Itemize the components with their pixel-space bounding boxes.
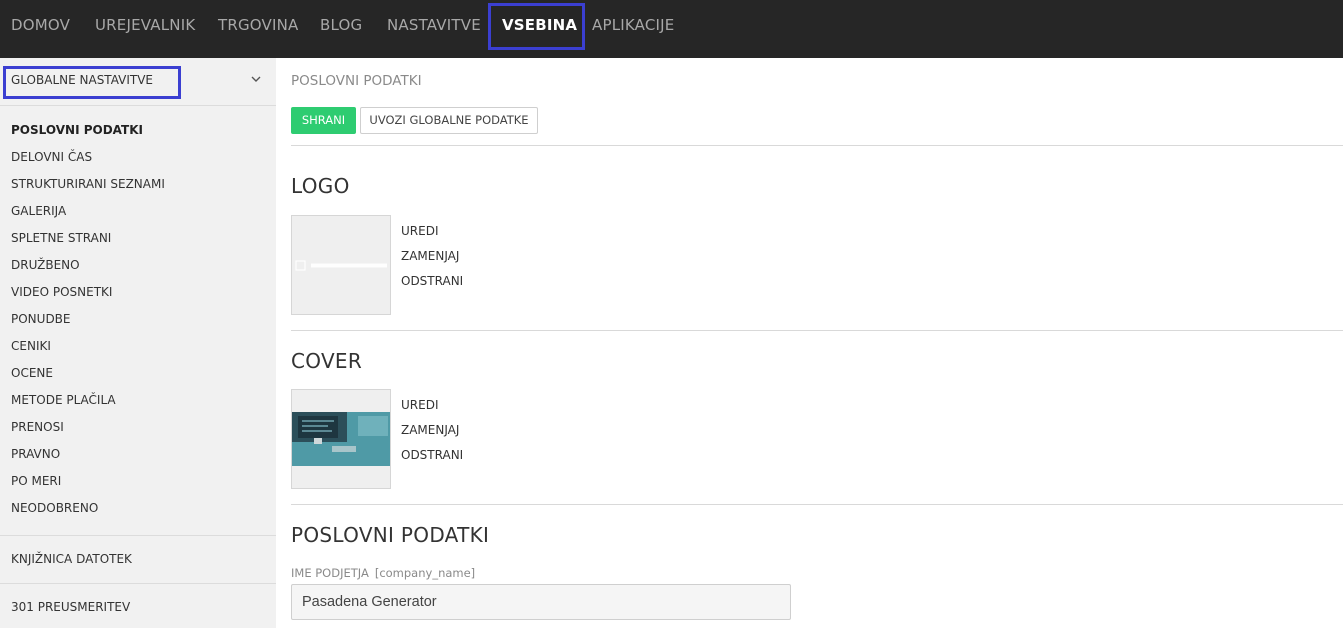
nav-item-vsebina[interactable]: VSEBINA: [502, 0, 577, 50]
sidebar-item-ocene[interactable]: OCENE: [11, 365, 53, 381]
nav-item-aplikacije[interactable]: APLIKACIJE: [592, 0, 674, 50]
sidebar-item-301-preusmeritev[interactable]: 301 PREUSMERITEV: [11, 599, 130, 615]
page-title: POSLOVNI PODATKI: [291, 73, 422, 89]
cover-edit-link[interactable]: UREDI: [401, 398, 438, 412]
sidebar-divider: [0, 583, 276, 584]
settings-scope-select[interactable]: GLOBALNE NASTAVITVE: [0, 58, 276, 106]
sidebar-item-neodobreno[interactable]: NEODOBRENO: [11, 500, 98, 516]
nav-item-trgovina[interactable]: TRGOVINA: [218, 0, 299, 50]
sidebar-item-delovni-cas[interactable]: DELOVNI ČAS: [11, 149, 92, 165]
divider: [291, 330, 1343, 331]
save-button[interactable]: SHRANI: [291, 107, 356, 134]
nav-item-domov[interactable]: DOMOV: [11, 0, 70, 50]
logo-thumbnail[interactable]: [291, 215, 391, 315]
nav-item-blog[interactable]: BLOG: [320, 0, 362, 50]
business-section-title: POSLOVNI PODATKI: [291, 523, 490, 547]
sidebar-divider: [0, 535, 276, 536]
sidebar-item-galerija[interactable]: GALERIJA: [11, 203, 66, 219]
sidebar-item-strukturirani-seznami[interactable]: STRUKTURIRANI SEZNAMI: [11, 176, 165, 192]
company-name-label-text: IME PODJETJA: [291, 566, 369, 580]
cover-remove-link[interactable]: ODSTRANI: [401, 448, 463, 462]
logo-image: [292, 216, 390, 314]
nav-item-urejevalnik[interactable]: UREJEVALNIK: [95, 0, 195, 50]
sidebar: GLOBALNE NASTAVITVE POSLOVNI PODATKI DEL…: [0, 58, 276, 628]
sidebar-item-po-meri[interactable]: PO MERI: [11, 473, 61, 489]
import-global-data-button[interactable]: UVOZI GLOBALNE PODATKE: [360, 107, 538, 134]
company-name-input[interactable]: [291, 584, 791, 620]
cover-thumbnail[interactable]: [291, 389, 391, 489]
sidebar-item-spletne-strani[interactable]: SPLETNE STRANI: [11, 230, 111, 246]
cover-replace-link[interactable]: ZAMENJAJ: [401, 423, 459, 437]
logo-remove-link[interactable]: ODSTRANI: [401, 274, 463, 288]
divider: [291, 504, 1343, 505]
settings-scope-label: GLOBALNE NASTAVITVE: [11, 73, 154, 87]
sidebar-item-druzbeno[interactable]: DRUŽBENO: [11, 257, 80, 273]
top-nav: DOMOV UREJEVALNIK TRGOVINA BLOG NASTAVIT…: [0, 0, 1343, 58]
nav-item-nastavitve[interactable]: NASTAVITVE: [387, 0, 481, 50]
sidebar-item-pravno[interactable]: PRAVNO: [11, 446, 60, 462]
sidebar-item-video-posnetki[interactable]: VIDEO POSNETKI: [11, 284, 112, 300]
logo-section-title: LOGO: [291, 174, 350, 198]
company-name-tag: [company_name]: [374, 566, 476, 580]
company-name-label: IME PODJETJA [company_name]: [291, 566, 475, 580]
chevron-down-icon: [251, 76, 261, 82]
sidebar-item-poslovni-podatki[interactable]: POSLOVNI PODATKI: [11, 122, 143, 138]
sidebar-item-prenosi[interactable]: PRENOSI: [11, 419, 64, 435]
sidebar-item-ponudbe[interactable]: PONUDBE: [11, 311, 71, 327]
sidebar-item-metode-placila[interactable]: METODE PLAČILA: [11, 392, 116, 408]
sidebar-item-knjiznica-datotek[interactable]: KNJIŽNICA DATOTEK: [11, 551, 132, 567]
sidebar-item-ceniki[interactable]: CENIKI: [11, 338, 51, 354]
cover-image: [292, 390, 390, 488]
divider: [291, 145, 1343, 146]
logo-replace-link[interactable]: ZAMENJAJ: [401, 249, 459, 263]
logo-edit-link[interactable]: UREDI: [401, 224, 438, 238]
cover-section-title: COVER: [291, 349, 363, 373]
